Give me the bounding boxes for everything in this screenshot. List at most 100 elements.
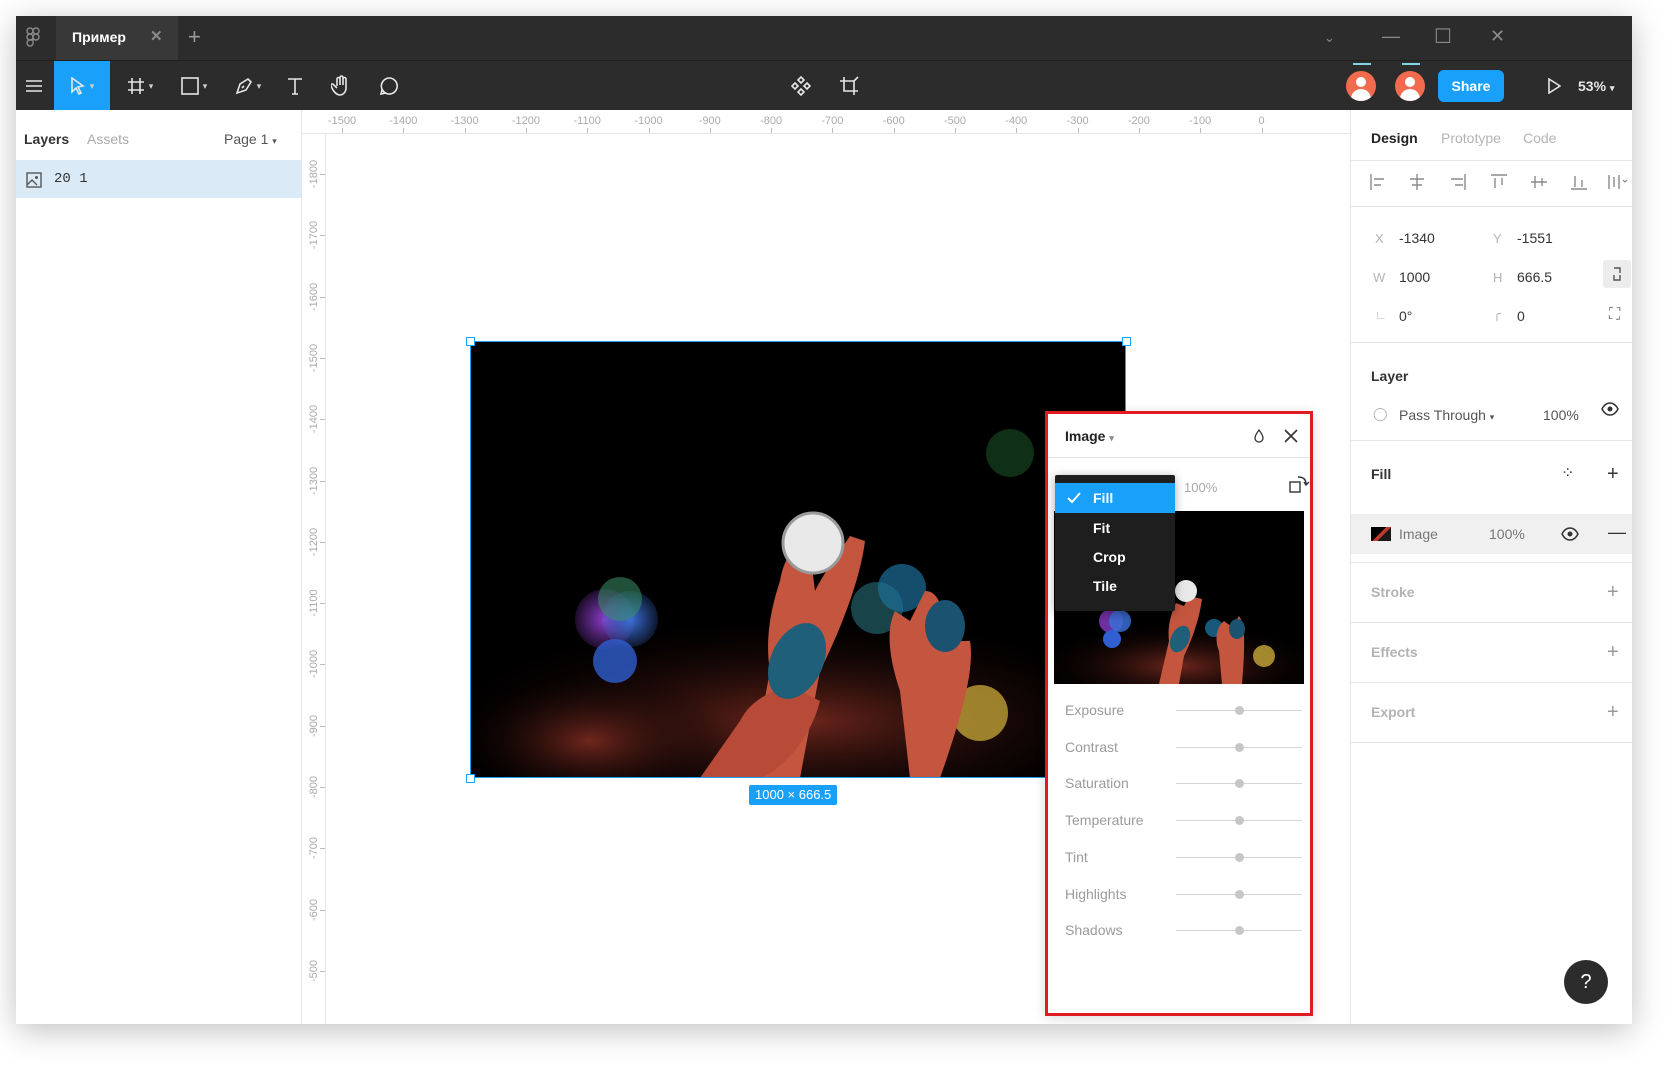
layer-opacity-input[interactable]: 100% (1543, 407, 1579, 423)
adjustment-row: Contrast (1048, 729, 1310, 766)
styles-grid-icon[interactable]: ⁘ (1561, 463, 1574, 483)
popover-opacity[interactable]: 100% (1184, 480, 1217, 495)
menu-item-label: Fill (1093, 490, 1114, 506)
w-input[interactable]: 1000 (1399, 269, 1430, 285)
link-icon (1613, 267, 1621, 281)
eye-icon[interactable] (1601, 402, 1619, 416)
ruler-top-label: -600 (882, 115, 905, 127)
popover-type-select[interactable]: Image ▾ (1065, 428, 1114, 444)
tab-prototype[interactable]: Prototype (1441, 130, 1501, 146)
tab-code[interactable]: Code (1523, 130, 1556, 146)
adjustment-row: Shadows (1048, 912, 1310, 949)
tab-layers[interactable]: Layers (24, 131, 69, 147)
rotation-icon: ∟ (1375, 308, 1387, 322)
avatar[interactable] (1346, 71, 1376, 101)
ruler-left-label: -1800 (308, 159, 320, 189)
drop-icon[interactable] (1253, 428, 1265, 444)
maximize-icon[interactable]: ☐ (1434, 24, 1452, 49)
comment-tool-button[interactable] (372, 61, 406, 111)
close-tab-icon[interactable]: ✕ (150, 27, 163, 45)
divider (1351, 682, 1632, 683)
shape-tool-button[interactable]: ▾ (170, 61, 218, 111)
share-button[interactable]: Share (1438, 70, 1504, 102)
h-label: H (1493, 270, 1503, 285)
rotation-input[interactable]: 0° (1399, 308, 1412, 324)
adjustment-slider-thumb[interactable] (1234, 816, 1244, 826)
ruler-top-label: -200 (1127, 115, 1150, 127)
ruler-top-label: -1500 (327, 115, 357, 127)
hand-tool-button[interactable] (324, 61, 358, 111)
h-input[interactable]: 666.5 (1517, 269, 1552, 285)
fill-opacity-input[interactable]: 100% (1489, 526, 1525, 542)
y-input[interactable]: -1551 (1517, 230, 1553, 246)
align-toolbar[interactable] (1369, 172, 1629, 192)
chevron-down-icon: ▾ (272, 136, 277, 146)
adjustment-slider-thumb[interactable] (1234, 706, 1244, 715)
add-effect-button[interactable]: + (1607, 642, 1619, 662)
pen-tool-button[interactable]: ▾ (224, 61, 272, 111)
crop-button[interactable] (834, 61, 864, 111)
minimize-icon[interactable]: — (1382, 26, 1400, 47)
adjustment-slider-thumb[interactable] (1234, 889, 1244, 899)
file-tab[interactable]: Пример ✕ (56, 16, 178, 60)
chevron-down-icon[interactable]: ⌄ (1324, 30, 1335, 46)
layer-row[interactable]: 20 1 (16, 160, 301, 198)
close-icon[interactable] (1283, 428, 1299, 444)
concert-photo[interactable] (470, 341, 1126, 778)
resize-handle-bottom-left[interactable] (466, 774, 475, 783)
tab-assets[interactable]: Assets (87, 131, 129, 147)
play-icon (1548, 78, 1561, 94)
blend-mode-select[interactable]: Pass Through ▾ (1399, 407, 1494, 423)
remove-fill-button[interactable]: — (1608, 522, 1626, 543)
independent-corners-icon[interactable]: ⛶ (1609, 306, 1620, 324)
ruler-top: -1500 -1400 -1300 -1200 -1100 -1000 -900 -800 -7… (302, 110, 1350, 134)
zoom-dropdown[interactable]: 53% ▾ (1578, 78, 1614, 94)
tab-design[interactable]: Design (1371, 130, 1418, 146)
play-button[interactable] (1542, 61, 1566, 111)
ruler-top-label: -1000 (634, 115, 663, 127)
menu-item-tile[interactable]: Tile (1055, 571, 1175, 601)
help-button[interactable]: ? (1564, 960, 1608, 1004)
shape-tool-icon (180, 77, 199, 95)
page-selector[interactable]: Page 1 ▾ (224, 131, 277, 147)
figma-logo-icon[interactable] (26, 27, 46, 49)
ruler-top-label: -1300 (450, 115, 479, 127)
resize-handle-top-right[interactable] (1122, 337, 1131, 346)
text-tool-icon (288, 78, 302, 95)
eye-icon[interactable] (1561, 527, 1579, 541)
menu-item-fit[interactable]: Fit (1055, 513, 1175, 543)
resize-handle-top-left[interactable] (466, 337, 475, 346)
new-tab-icon[interactable]: + (188, 24, 201, 50)
fill-image-swatch[interactable] (1371, 527, 1391, 541)
constrain-proportions-button[interactable] (1603, 260, 1631, 288)
x-input[interactable]: -1340 (1399, 230, 1435, 246)
adjustment-slider-thumb[interactable] (1234, 926, 1244, 936)
adjustment-slider-thumb[interactable] (1234, 779, 1244, 789)
add-export-button[interactable]: + (1607, 702, 1619, 722)
add-fill-button[interactable]: + (1607, 464, 1619, 484)
menu-icon[interactable] (16, 61, 52, 111)
adjustment-label: Contrast (1065, 738, 1118, 755)
adjustment-slider-thumb[interactable] (1234, 852, 1244, 862)
component-button[interactable] (786, 61, 816, 111)
close-window-icon[interactable]: ✕ (1490, 26, 1505, 47)
frame-tool-button[interactable]: ▾ (116, 61, 164, 111)
corner-radius-input[interactable]: 0 (1517, 308, 1525, 324)
avatar[interactable] (1395, 71, 1425, 101)
popover-title: Image (1065, 428, 1106, 444)
menu-item-fill[interactable]: Fill (1055, 483, 1175, 513)
adjustment-slider-thumb[interactable] (1234, 742, 1244, 752)
add-stroke-button[interactable]: + (1607, 582, 1619, 602)
fill-row[interactable]: Image 100% — (1351, 514, 1632, 554)
text-tool-button[interactable] (278, 61, 312, 111)
hand-tool-icon (331, 75, 347, 96)
ruler-left-label: -1600 (308, 282, 320, 311)
rotate-icon[interactable] (1288, 474, 1312, 494)
stroke-section-title: Stroke (1371, 584, 1415, 600)
ruler-top-label: -900 (698, 115, 721, 127)
ruler-left-label: -1400 (308, 405, 320, 434)
menu-item-crop[interactable]: Crop (1055, 542, 1175, 572)
ruler-top-label: -400 (1005, 115, 1028, 127)
divider (1351, 206, 1632, 207)
move-tool-button[interactable]: ▾ (54, 61, 110, 111)
